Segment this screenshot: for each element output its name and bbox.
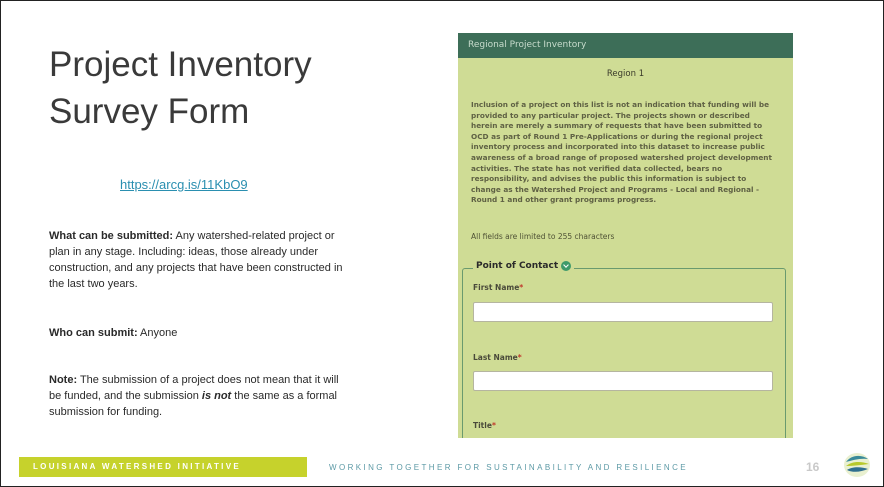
form-region: Region 1 xyxy=(606,69,645,79)
who-text: Anyone xyxy=(137,327,178,339)
required-mark: * xyxy=(519,283,524,292)
section-title: Point of Contact xyxy=(476,261,559,271)
slide: Project Inventory Survey Form https://ar… xyxy=(0,0,884,487)
lwi-logo-icon xyxy=(844,453,870,477)
footer-tagline: WORKING TOGETHER FOR SUSTAINABILITY AND … xyxy=(329,463,689,472)
first-name-label: First Name* xyxy=(473,283,524,292)
form-disclaimer: Inclusion of a project on this list is n… xyxy=(471,100,772,205)
page-number: 16 xyxy=(806,460,820,474)
slide-title: Project Inventory Survey Form xyxy=(49,41,369,135)
who-label: Who can submit: xyxy=(49,327,138,339)
what-can-be-submitted-paragraph: What can be submitted: Any watershed-rel… xyxy=(49,228,349,292)
what-label: What can be submitted: xyxy=(49,230,174,242)
point-of-contact-section: Point of Contact First Name* Last Name* … xyxy=(462,261,786,438)
last-name-input[interactable] xyxy=(473,371,773,391)
form-header: Regional Project Inventory xyxy=(458,33,793,58)
who-can-submit-paragraph: Who can submit: Anyone xyxy=(49,325,349,341)
section-legend[interactable]: Point of Contact xyxy=(473,261,575,271)
required-mark: * xyxy=(491,421,496,430)
note-paragraph: Note: The submission of a project does n… xyxy=(49,372,349,420)
title-line-2: Survey Form xyxy=(49,92,250,131)
title-label: Title* xyxy=(473,421,496,430)
survey-link[interactable]: https://arcg.is/11KbO9 xyxy=(120,177,248,192)
note-label: Note: xyxy=(49,374,78,386)
first-name-input[interactable] xyxy=(473,302,773,322)
required-mark: * xyxy=(517,353,522,362)
note-emphasis: is not xyxy=(201,390,232,402)
last-name-label: Last Name* xyxy=(473,353,522,362)
title-line-1: Project Inventory xyxy=(49,45,312,84)
field-limit-note: All fields are limited to 255 characters xyxy=(471,231,615,241)
chevron-down-icon[interactable] xyxy=(561,261,572,271)
footer-brand-band: LOUISIANA WATERSHED INITIATIVE xyxy=(19,457,307,477)
survey-form-screenshot: Regional Project Inventory Region 1 Incl… xyxy=(458,33,793,438)
